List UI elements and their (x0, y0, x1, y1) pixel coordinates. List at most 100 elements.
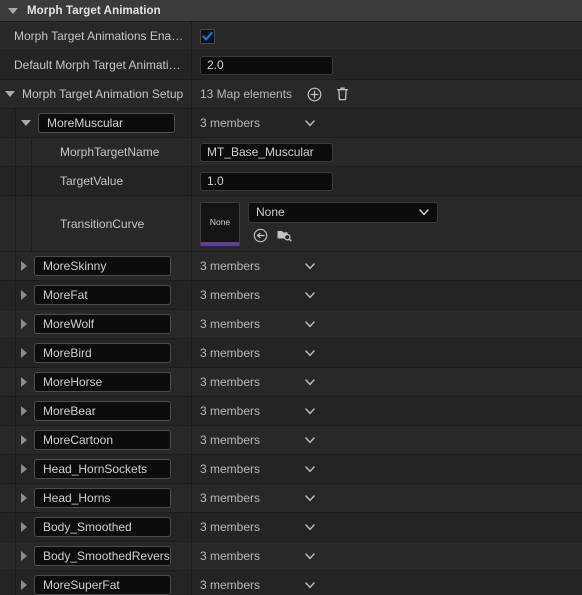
chevron-down-icon[interactable] (304, 492, 316, 504)
property-value-cell: 3 members (192, 310, 582, 338)
chevron-down-icon[interactable] (304, 117, 316, 129)
add-element-button[interactable] (304, 84, 324, 104)
property-label: MorphTargetName (60, 145, 160, 159)
property-name-cell[interactable]: MoreBird (16, 339, 192, 367)
asset-thumbnail-label: None (209, 217, 231, 227)
map-key-input[interactable]: MoreBear (34, 401, 171, 421)
delete-all-elements-button[interactable] (332, 84, 352, 104)
property-name-cell[interactable]: MoreFat (16, 281, 192, 309)
chevron-down-icon[interactable] (304, 579, 316, 591)
map-key-input[interactable]: Body_SmoothedReversed (34, 546, 171, 566)
map-key-value: MoreBird (43, 346, 92, 360)
chevron-down-icon[interactable] (304, 405, 316, 417)
members-count: 3 members (200, 462, 261, 476)
indent-gutter (16, 138, 32, 166)
chevron-down-icon[interactable] (304, 347, 316, 359)
chevron-down-icon[interactable] (304, 376, 316, 388)
map-key-input[interactable]: MoreFat (34, 285, 171, 305)
property-row-targetvalue: TargetValue 1.0 (0, 167, 582, 196)
property-value-cell: 3 members (192, 252, 582, 280)
map-key-input[interactable]: Body_Smoothed (34, 517, 171, 537)
map-key-input[interactable]: MoreSkinny (34, 256, 171, 276)
property-name-cell[interactable]: MoreMuscular (16, 109, 192, 137)
chevron-down-icon[interactable] (304, 463, 316, 475)
map-entry-row: MoreBird 3 members (0, 339, 582, 368)
map-key-input[interactable]: MoreSuperFat (34, 575, 171, 595)
category-header-morph-target-animation[interactable]: Morph Target Animation (0, 0, 582, 22)
map-entry-row: MoreSuperFat 3 members (0, 571, 582, 595)
triangle-right-icon[interactable] (21, 522, 27, 532)
property-name-cell: Morph Target Animations Enabl… (0, 22, 192, 50)
members-count: 3 members (200, 520, 261, 534)
triangle-right-icon[interactable] (21, 551, 27, 561)
map-entry-list: MoreSkinny 3 members MoreFat 3 members MoreW… (0, 252, 582, 595)
triangle-right-icon[interactable] (21, 377, 27, 387)
members-count: 3 members (200, 404, 261, 418)
triangle-right-icon[interactable] (21, 348, 27, 358)
map-key-input[interactable]: MoreCartoon (34, 430, 171, 450)
chevron-down-icon[interactable] (304, 260, 316, 272)
map-key-input[interactable]: MoreMuscular (38, 113, 175, 133)
triangle-down-icon[interactable] (8, 7, 18, 14)
triangle-right-icon[interactable] (21, 580, 27, 590)
indent-gutter (0, 513, 16, 541)
triangle-right-icon[interactable] (21, 493, 27, 503)
animations-enabled-checkbox[interactable] (200, 28, 215, 44)
property-name-cell[interactable]: Head_HornSockets (16, 455, 192, 483)
indent-gutter (16, 196, 32, 251)
chevron-down-icon (419, 209, 429, 216)
triangle-right-icon[interactable] (21, 464, 27, 474)
map-key-value: MoreFat (43, 288, 88, 302)
property-name-cell[interactable]: MoreHorse (16, 368, 192, 396)
map-key-value: MoreSuperFat (43, 578, 120, 592)
property-name-cell[interactable]: Body_SmoothedReversed (16, 542, 192, 570)
property-value-cell: 3 members (192, 455, 582, 483)
indent-gutter (0, 109, 16, 137)
property-value-cell: 3 members (192, 109, 582, 137)
property-label: Morph Target Animation Setup (22, 87, 184, 101)
property-value-cell: 3 members (192, 513, 582, 541)
property-row-default-duration: Default Morph Target Animatio… 2.0 (0, 51, 582, 80)
property-name-cell[interactable]: MoreSkinny (16, 252, 192, 280)
triangle-down-icon[interactable] (5, 91, 15, 97)
targetvalue-input[interactable]: 1.0 (200, 171, 333, 191)
property-name-cell: Default Morph Target Animatio… (0, 51, 192, 79)
property-name-cell[interactable]: MoreSuperFat (16, 571, 192, 595)
default-duration-input[interactable]: 2.0 (200, 55, 333, 75)
asset-combo-box[interactable]: None (248, 201, 438, 223)
map-key-input[interactable]: Head_Horns (34, 488, 171, 508)
details-panel: Morph Target Animation Morph Target Anim… (0, 0, 582, 595)
property-name-cell[interactable]: Head_Horns (16, 484, 192, 512)
map-key-value: Head_Horns (43, 491, 111, 505)
map-key-input[interactable]: MoreHorse (34, 372, 171, 392)
triangle-right-icon[interactable] (21, 319, 27, 329)
triangle-right-icon[interactable] (21, 261, 27, 271)
asset-thumbnail[interactable]: None (200, 201, 240, 246)
property-value-cell: 3 members (192, 368, 582, 396)
chevron-down-icon[interactable] (304, 318, 316, 330)
indent-gutter (0, 542, 16, 570)
chevron-down-icon[interactable] (304, 434, 316, 446)
map-key-input[interactable]: MoreWolf (34, 314, 171, 334)
property-name-cell[interactable]: MoreCartoon (16, 426, 192, 454)
members-count: 3 members (200, 375, 261, 389)
property-name-cell[interactable]: Body_Smoothed (16, 513, 192, 541)
members-count: 3 members (200, 433, 261, 447)
triangle-down-icon[interactable] (21, 120, 31, 126)
chevron-down-icon[interactable] (304, 521, 316, 533)
property-value-cell: 13 Map elements (192, 80, 582, 108)
triangle-right-icon[interactable] (21, 290, 27, 300)
triangle-right-icon[interactable] (21, 406, 27, 416)
browse-to-asset-button[interactable] (274, 226, 294, 246)
chevron-down-icon[interactable] (304, 550, 316, 562)
chevron-down-icon[interactable] (304, 289, 316, 301)
map-key-input[interactable]: MoreBird (34, 343, 171, 363)
property-name-cell[interactable]: Morph Target Animation Setup (0, 80, 192, 108)
property-name-cell[interactable]: MoreBear (16, 397, 192, 425)
property-value-cell: 3 members (192, 542, 582, 570)
use-selected-asset-button[interactable] (250, 226, 270, 246)
property-name-cell[interactable]: MoreWolf (16, 310, 192, 338)
morphtargetname-input[interactable]: MT_Base_Muscular (200, 142, 333, 162)
map-key-input[interactable]: Head_HornSockets (34, 459, 171, 479)
triangle-right-icon[interactable] (21, 435, 27, 445)
